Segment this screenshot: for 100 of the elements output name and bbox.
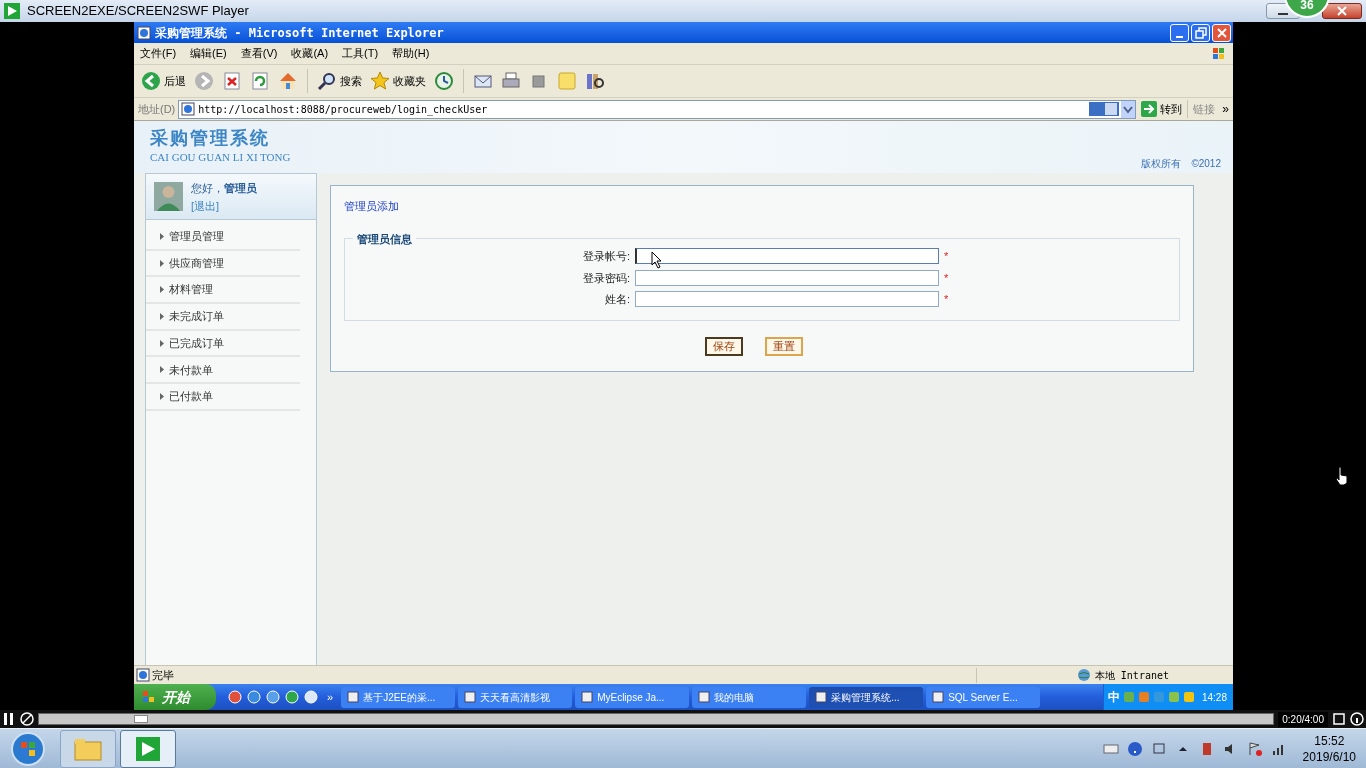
bullet-icon [160, 259, 164, 267]
star-icon [370, 71, 390, 91]
nav-link[interactable]: 管理员管理 [146, 224, 300, 251]
taskbar-button[interactable]: 天天看高清影视 [458, 686, 573, 708]
stop-circle-icon[interactable] [20, 712, 34, 726]
text-input[interactable] [635, 291, 939, 308]
fieldset-legend: 管理员信息 [353, 230, 416, 247]
restore-button[interactable] [1191, 23, 1210, 42]
more-chevron[interactable]: » [1222, 100, 1229, 118]
menu-item[interactable]: 帮助(H) [392, 45, 430, 62]
fit-window-icon[interactable] [1332, 712, 1346, 726]
toolbar-button[interactable]: 后退 [140, 69, 187, 93]
taskbar-button[interactable]: 采购管理系统... [809, 686, 924, 708]
menu-item[interactable]: 工具(T) [342, 45, 379, 62]
copyright-year: ©2012 [1191, 157, 1221, 171]
home-icon[interactable] [278, 71, 298, 91]
taskbar-button[interactable]: SQL Server E... [926, 686, 1041, 708]
ie-page-icon [181, 102, 196, 116]
hand-cursor-icon [1335, 466, 1349, 486]
copyright-text: 版权所有 [1141, 157, 1182, 171]
taskbar-button[interactable]: 我的电脑 [692, 686, 807, 708]
circle-icon[interactable] [285, 690, 299, 704]
toolbar-button[interactable]: 搜索 [316, 69, 363, 93]
window-title: 采购管理系统 - Microsoft Internet Explorer [155, 24, 444, 42]
text-input[interactable] [635, 269, 939, 286]
windows-flag-icon [1211, 45, 1227, 62]
menu-item[interactable]: 收藏(A) [291, 45, 329, 62]
required-mark: * [944, 270, 949, 286]
start-orb-icon[interactable] [10, 730, 46, 767]
clock: 14:28 [1201, 690, 1227, 705]
slider-thumb[interactable] [134, 715, 149, 723]
bullet-icon [160, 312, 164, 320]
nav-link[interactable]: 未完成订单 [146, 304, 300, 331]
printer-icon[interactable] [501, 71, 521, 91]
nav-link[interactable]: 已付款单 [146, 384, 300, 411]
required-mark: * [944, 292, 949, 307]
bullet-icon [160, 392, 164, 400]
window-title: SCREEN2EXE/SCREEN2SWF Player [27, 2, 249, 21]
windows-flag-icon [142, 690, 156, 704]
mouse-pointer-icon [651, 251, 663, 269]
security-zone: 本地 Intranet [1094, 668, 1169, 683]
clock-time: 15:52 [1314, 732, 1345, 749]
pause-icon[interactable] [2, 712, 16, 726]
toolbar-button[interactable]: 收藏夹 [369, 69, 427, 93]
player-logo-icon [4, 3, 20, 19]
refresh-icon[interactable] [250, 71, 270, 91]
site-subtitle: CAI GOU GUAN LI XI TONG [150, 150, 291, 165]
info-icon[interactable] [1350, 712, 1364, 726]
site-logo: 采购管理系统 [150, 127, 271, 149]
status-text: 完毕 [152, 667, 174, 683]
taskbar-button[interactable]: 基于J2EE的采... [341, 686, 456, 708]
nav-link[interactable]: 材料管理 [146, 277, 300, 305]
flag-icon[interactable] [1246, 740, 1263, 757]
taskbar-button[interactable] [120, 729, 176, 768]
bullet-icon [160, 232, 164, 240]
logout-link[interactable]: [退出] [191, 198, 257, 213]
nav-link[interactable]: 未付款单 [146, 357, 300, 385]
search-icon [317, 71, 337, 91]
more-chevron[interactable]: » [327, 688, 334, 706]
window-icon [464, 691, 477, 703]
nav-link[interactable]: 供应商管理 [146, 250, 300, 278]
go-button[interactable]: 转到 [1139, 100, 1185, 118]
form-button[interactable]: 保存 [705, 336, 743, 356]
address-label: 地址(D) [138, 101, 176, 117]
bullet-icon [160, 339, 164, 347]
close-icon [1216, 27, 1227, 38]
globe-icon [1076, 668, 1091, 682]
required-mark: * [944, 249, 949, 264]
stop-icon[interactable] [222, 71, 242, 91]
field-label: 姓名: [603, 292, 631, 307]
bullet-icon [160, 286, 164, 294]
close-button[interactable] [1322, 3, 1362, 19]
menu-item[interactable]: 文件(F) [140, 45, 177, 62]
right-arrow-icon [1141, 101, 1158, 117]
field-label: 登录密码: [581, 270, 631, 286]
help-icon[interactable] [1126, 740, 1143, 757]
window-icon [932, 691, 945, 703]
progress-slider[interactable] [38, 713, 1275, 725]
taskbar-button[interactable]: MyEclipse Ja... [575, 686, 690, 708]
window-icon [815, 691, 828, 703]
form-title: 管理员添加 [344, 199, 399, 214]
avatar-icon [154, 182, 183, 211]
window-icon [581, 691, 594, 703]
ie-page-icon [137, 25, 151, 40]
text-input[interactable] [635, 248, 939, 265]
books-icon[interactable] [585, 71, 605, 91]
restore-icon [1194, 26, 1207, 39]
menu-item[interactable]: 查看(V) [240, 45, 278, 62]
window-icon [698, 691, 711, 703]
minimize-icon [1176, 35, 1183, 38]
greeting-text: 您好，管理员 [191, 180, 257, 195]
clock-date: 2019/6/10 [1302, 748, 1356, 765]
form-button[interactable]: 重置 [765, 336, 803, 356]
address-field[interactable]: http://localhost:8088/procureweb/login_checkUser [178, 99, 1137, 119]
menu-item[interactable]: 编辑(E) [190, 45, 227, 62]
window-icon [347, 691, 360, 703]
bullet-icon [160, 366, 164, 374]
close-icon [1337, 6, 1347, 16]
nav-link[interactable]: 已完成订单 [146, 330, 300, 358]
time-display: 0:20/4:00 [1278, 711, 1328, 727]
